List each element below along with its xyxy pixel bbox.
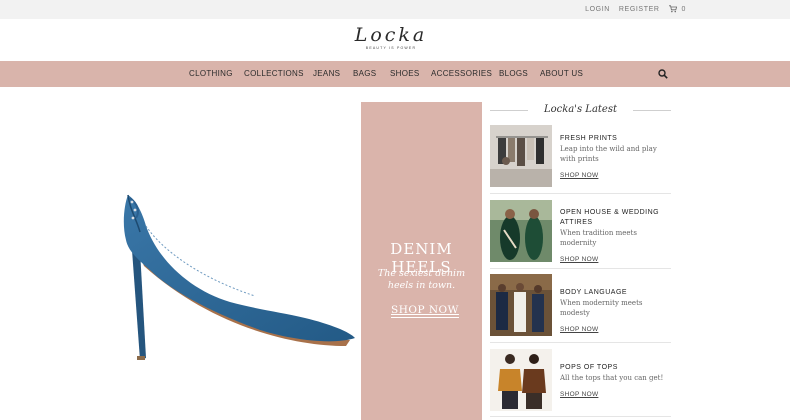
nav-clothing[interactable]: CLOTHING <box>189 69 233 78</box>
cart-icon <box>668 5 677 13</box>
post-content: BODY LANGUAGE When modernity meets modes… <box>560 274 672 336</box>
nav-about-us[interactable]: ABOUT US <box>540 69 583 78</box>
logo-wordmark: Locka <box>354 24 428 46</box>
nav-bags[interactable]: BAGS <box>353 69 376 78</box>
post-title[interactable]: FRESH PRINTS <box>560 134 672 144</box>
heading-rule-right <box>633 110 671 111</box>
wedding-attires-thumbnail[interactable] <box>490 200 552 262</box>
login-link[interactable]: LOGIN <box>585 6 610 13</box>
register-link[interactable]: REGISTER <box>619 6 660 13</box>
post-description: When modernity meets modesty <box>560 299 643 317</box>
pops-of-tops-image <box>490 349 552 411</box>
post-divider <box>490 268 671 269</box>
pops-of-tops-thumbnail[interactable] <box>490 349 552 411</box>
fresh-prints-image <box>490 125 552 187</box>
post-shop-now-link[interactable]: SHOP NOW <box>560 256 598 263</box>
post-shop-now-link[interactable]: SHOP NOW <box>560 172 598 179</box>
top-utility-bar: LOGIN REGISTER 0 <box>0 0 790 19</box>
body-language-thumbnail[interactable] <box>490 274 552 336</box>
cart-count: 0 <box>681 5 686 13</box>
post-description: Leap into the wild and play with prints <box>560 145 657 163</box>
post-shop-now-link[interactable]: SHOP NOW <box>560 391 598 398</box>
nav-collections[interactable]: COLLECTIONS <box>244 69 304 78</box>
nav-jeans[interactable]: JEANS <box>313 69 340 78</box>
post-divider <box>490 342 671 343</box>
post-content: FRESH PRINTS Leap into the wild and play… <box>560 125 672 182</box>
nav-shoes[interactable]: SHOES <box>390 69 420 78</box>
blog-post-item[interactable]: OPEN HOUSE & WEDDING ATTIRES When tradit… <box>490 200 671 263</box>
nav-blogs[interactable]: BLOGS <box>499 69 528 78</box>
wedding-attires-image <box>490 200 552 262</box>
cart-button[interactable]: 0 <box>668 5 687 13</box>
site-logo[interactable]: Locka BEAUTY IS POWER <box>339 25 443 50</box>
header: Locka BEAUTY IS POWER <box>0 19 790 61</box>
latest-heading: Locka's Latest <box>490 104 671 118</box>
post-divider <box>490 193 671 194</box>
post-shop-now-link[interactable]: SHOP NOW <box>560 326 598 333</box>
nav-accessories[interactable]: ACCESSORIES <box>431 69 492 78</box>
main-nav: CLOTHING COLLECTIONS JEANS BAGS SHOES AC… <box>0 61 790 87</box>
search-icon[interactable] <box>658 69 668 79</box>
account-links: LOGIN REGISTER 0 <box>576 5 686 13</box>
post-content: POPS OF TOPS All the tops that you can g… <box>560 349 672 401</box>
post-title[interactable]: POPS OF TOPS <box>560 363 672 373</box>
post-divider <box>490 416 671 417</box>
post-description: All the tops that you can get! <box>560 374 664 382</box>
promo-subtitle: The sexiest denim heels in town. <box>377 268 466 291</box>
post-content: OPEN HOUSE & WEDDING ATTIRES When tradit… <box>560 200 672 266</box>
fresh-prints-thumbnail[interactable] <box>490 125 552 187</box>
post-title[interactable]: BODY LANGUAGE <box>560 288 672 298</box>
blog-post-item[interactable]: FRESH PRINTS Leap into the wild and play… <box>490 125 671 187</box>
post-description: When tradition meets modernity <box>560 229 637 247</box>
post-title[interactable]: OPEN HOUSE & WEDDING ATTIRES <box>560 208 672 228</box>
blog-post-item[interactable]: POPS OF TOPS All the tops that you can g… <box>490 349 671 411</box>
promo-shop-now-button[interactable]: SHOP NOW <box>391 304 459 318</box>
denim-heels-promo[interactable]: DENIM HEELS The sexiest denim heels in t… <box>361 102 482 420</box>
denim-heel-image[interactable] <box>110 100 361 420</box>
denim-heel-illustration <box>123 194 355 360</box>
blog-post-item[interactable]: BODY LANGUAGE When modernity meets modes… <box>490 274 671 336</box>
body-language-image <box>490 274 552 336</box>
logo-tagline: BEAUTY IS POWER <box>365 46 417 50</box>
